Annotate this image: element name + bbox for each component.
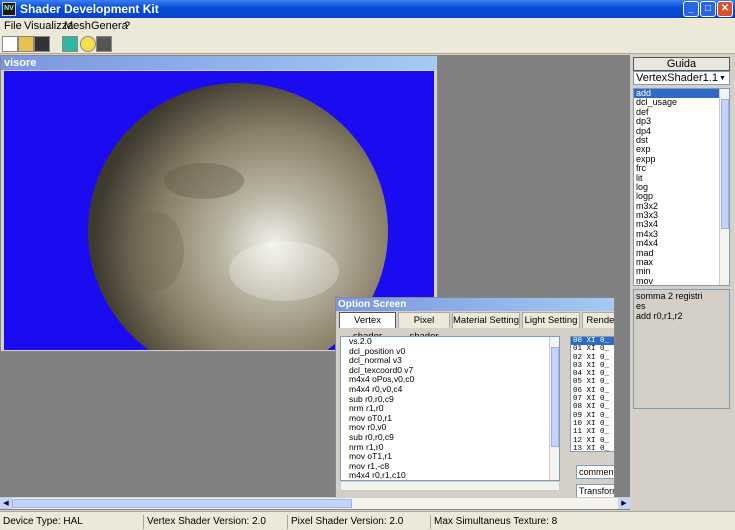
save-icon[interactable] <box>34 36 50 52</box>
instruction-list-scrollbar[interactable] <box>719 89 729 285</box>
tab-vertex-shader[interactable]: Vertex shader <box>339 312 396 342</box>
shader-version-value: VertexShader1.1 <box>636 72 718 84</box>
window-title: Shader Development Kit <box>20 2 159 16</box>
register-item[interactable]: 07 XI 0_ <box>571 395 614 403</box>
maximize-button[interactable]: □ <box>700 1 716 17</box>
register-item[interactable]: 13 XI 0_ <box>571 445 614 451</box>
menu-genera[interactable]: Genera <box>91 20 128 32</box>
menu-bar: File Visualizza Mesh Genera ? <box>0 18 735 34</box>
cube-icon[interactable] <box>62 36 78 52</box>
description-line: somma 2 registri <box>636 291 703 301</box>
transform-select[interactable]: Transform <box>576 484 614 498</box>
shader-version-select[interactable]: VertexShader1.1 ▼ <box>633 71 730 85</box>
status-vertex-shader-version: Vertex Shader Version: 2.0 <box>143 515 266 529</box>
status-bar: Device Type: HAL Vertex Shader Version: … <box>0 511 735 530</box>
status-pixel-shader-version: Pixel Shader Version: 2.0 <box>287 515 403 529</box>
description-line: add r0,r1,r2 <box>636 311 683 321</box>
scroll-right-icon[interactable]: ▶ <box>618 498 630 509</box>
register-item[interactable]: 03 XI 0_ <box>571 362 614 370</box>
toolbar <box>0 34 735 54</box>
code-horizontal-scrollbar[interactable] <box>340 481 560 491</box>
tab-light-setting[interactable]: Light Setting <box>522 312 580 328</box>
open-folder-icon[interactable] <box>18 36 34 52</box>
instruction-item[interactable]: lit <box>634 173 729 183</box>
code-scrollbar[interactable] <box>549 337 559 480</box>
register-item[interactable]: 04 XI 0_ <box>571 370 614 378</box>
register-list[interactable]: 00 XI 0_ 01 XI 0_ 02 XI 0_ 03 XI 0_ 04 XI 0_… <box>570 336 614 452</box>
instruction-description: somma 2 registri es add r0,r1,r2 <box>633 289 730 409</box>
comment-field[interactable]: commento <box>576 465 614 479</box>
register-item[interactable]: 02 XI 0_ <box>571 354 614 362</box>
lightbulb-icon[interactable] <box>80 36 96 52</box>
instruction-item[interactable]: frc <box>634 163 729 173</box>
tab-material-setting[interactable]: Material Setting <box>452 312 520 328</box>
register-item[interactable]: 11 XI 0_ <box>571 428 614 436</box>
menu-file[interactable]: File <box>4 20 22 32</box>
register-item[interactable]: 08 XI 0_ <box>571 403 614 411</box>
shader-code-editor[interactable]: vs.2.0 dcl_position v0 dcl_normal v3 dcl_te… <box>340 336 560 481</box>
camera-icon[interactable] <box>96 36 112 52</box>
description-line: es <box>636 301 646 311</box>
register-item[interactable]: 05 XI 0_ <box>571 378 614 386</box>
scroll-thumb[interactable] <box>12 499 352 508</box>
status-device-type: Device Type: HAL <box>3 516 83 527</box>
instruction-item[interactable]: mov <box>634 276 729 285</box>
status-max-texture: Max Simultaneus Texture: 8 <box>430 515 557 529</box>
register-item[interactable]: 06 XI 0_ <box>571 387 614 395</box>
instruction-item[interactable]: expp <box>634 154 729 164</box>
guide-panel: Guida VertexShader1.1 ▼ add dcl_usage def d… <box>632 55 732 410</box>
tab-render[interactable]: Render <box>582 312 614 328</box>
close-button[interactable]: ✕ <box>717 1 733 17</box>
register-item[interactable]: 10 XI 0_ <box>571 420 614 428</box>
option-screen: Option Screen Vertex shader Pixel shader… <box>335 297 615 510</box>
menu-help[interactable]: ? <box>124 20 130 32</box>
new-file-icon[interactable] <box>2 36 18 52</box>
guide-button[interactable]: Guida <box>633 57 730 71</box>
register-item[interactable]: 00 XI 0_ <box>571 337 614 346</box>
workspace-horizontal-scrollbar[interactable]: ◀ ▶ <box>0 497 630 509</box>
chevron-down-icon[interactable]: ▼ <box>717 73 728 83</box>
title-bar: NV Shader Development Kit _ □ ✕ <box>0 0 735 18</box>
instruction-item[interactable]: dp4 <box>634 126 729 136</box>
menu-mesh[interactable]: Mesh <box>64 20 91 32</box>
scroll-left-icon[interactable]: ◀ <box>0 498 12 509</box>
register-item[interactable]: 01 XI 0_ <box>571 345 614 353</box>
tab-pixel-shader[interactable]: Pixel shader <box>398 312 450 342</box>
instruction-list[interactable]: add dcl_usage def dp3 dp4 dst exp expp frc lit log… <box>633 88 730 286</box>
app-icon: NV <box>2 2 16 16</box>
viewer-title: visore <box>1 56 437 70</box>
register-item[interactable]: 12 XI 0_ <box>571 437 614 445</box>
register-item[interactable]: 09 XI 0_ <box>571 412 614 420</box>
option-screen-title: Option Screen <box>336 298 614 311</box>
minimize-button[interactable]: _ <box>683 1 699 17</box>
